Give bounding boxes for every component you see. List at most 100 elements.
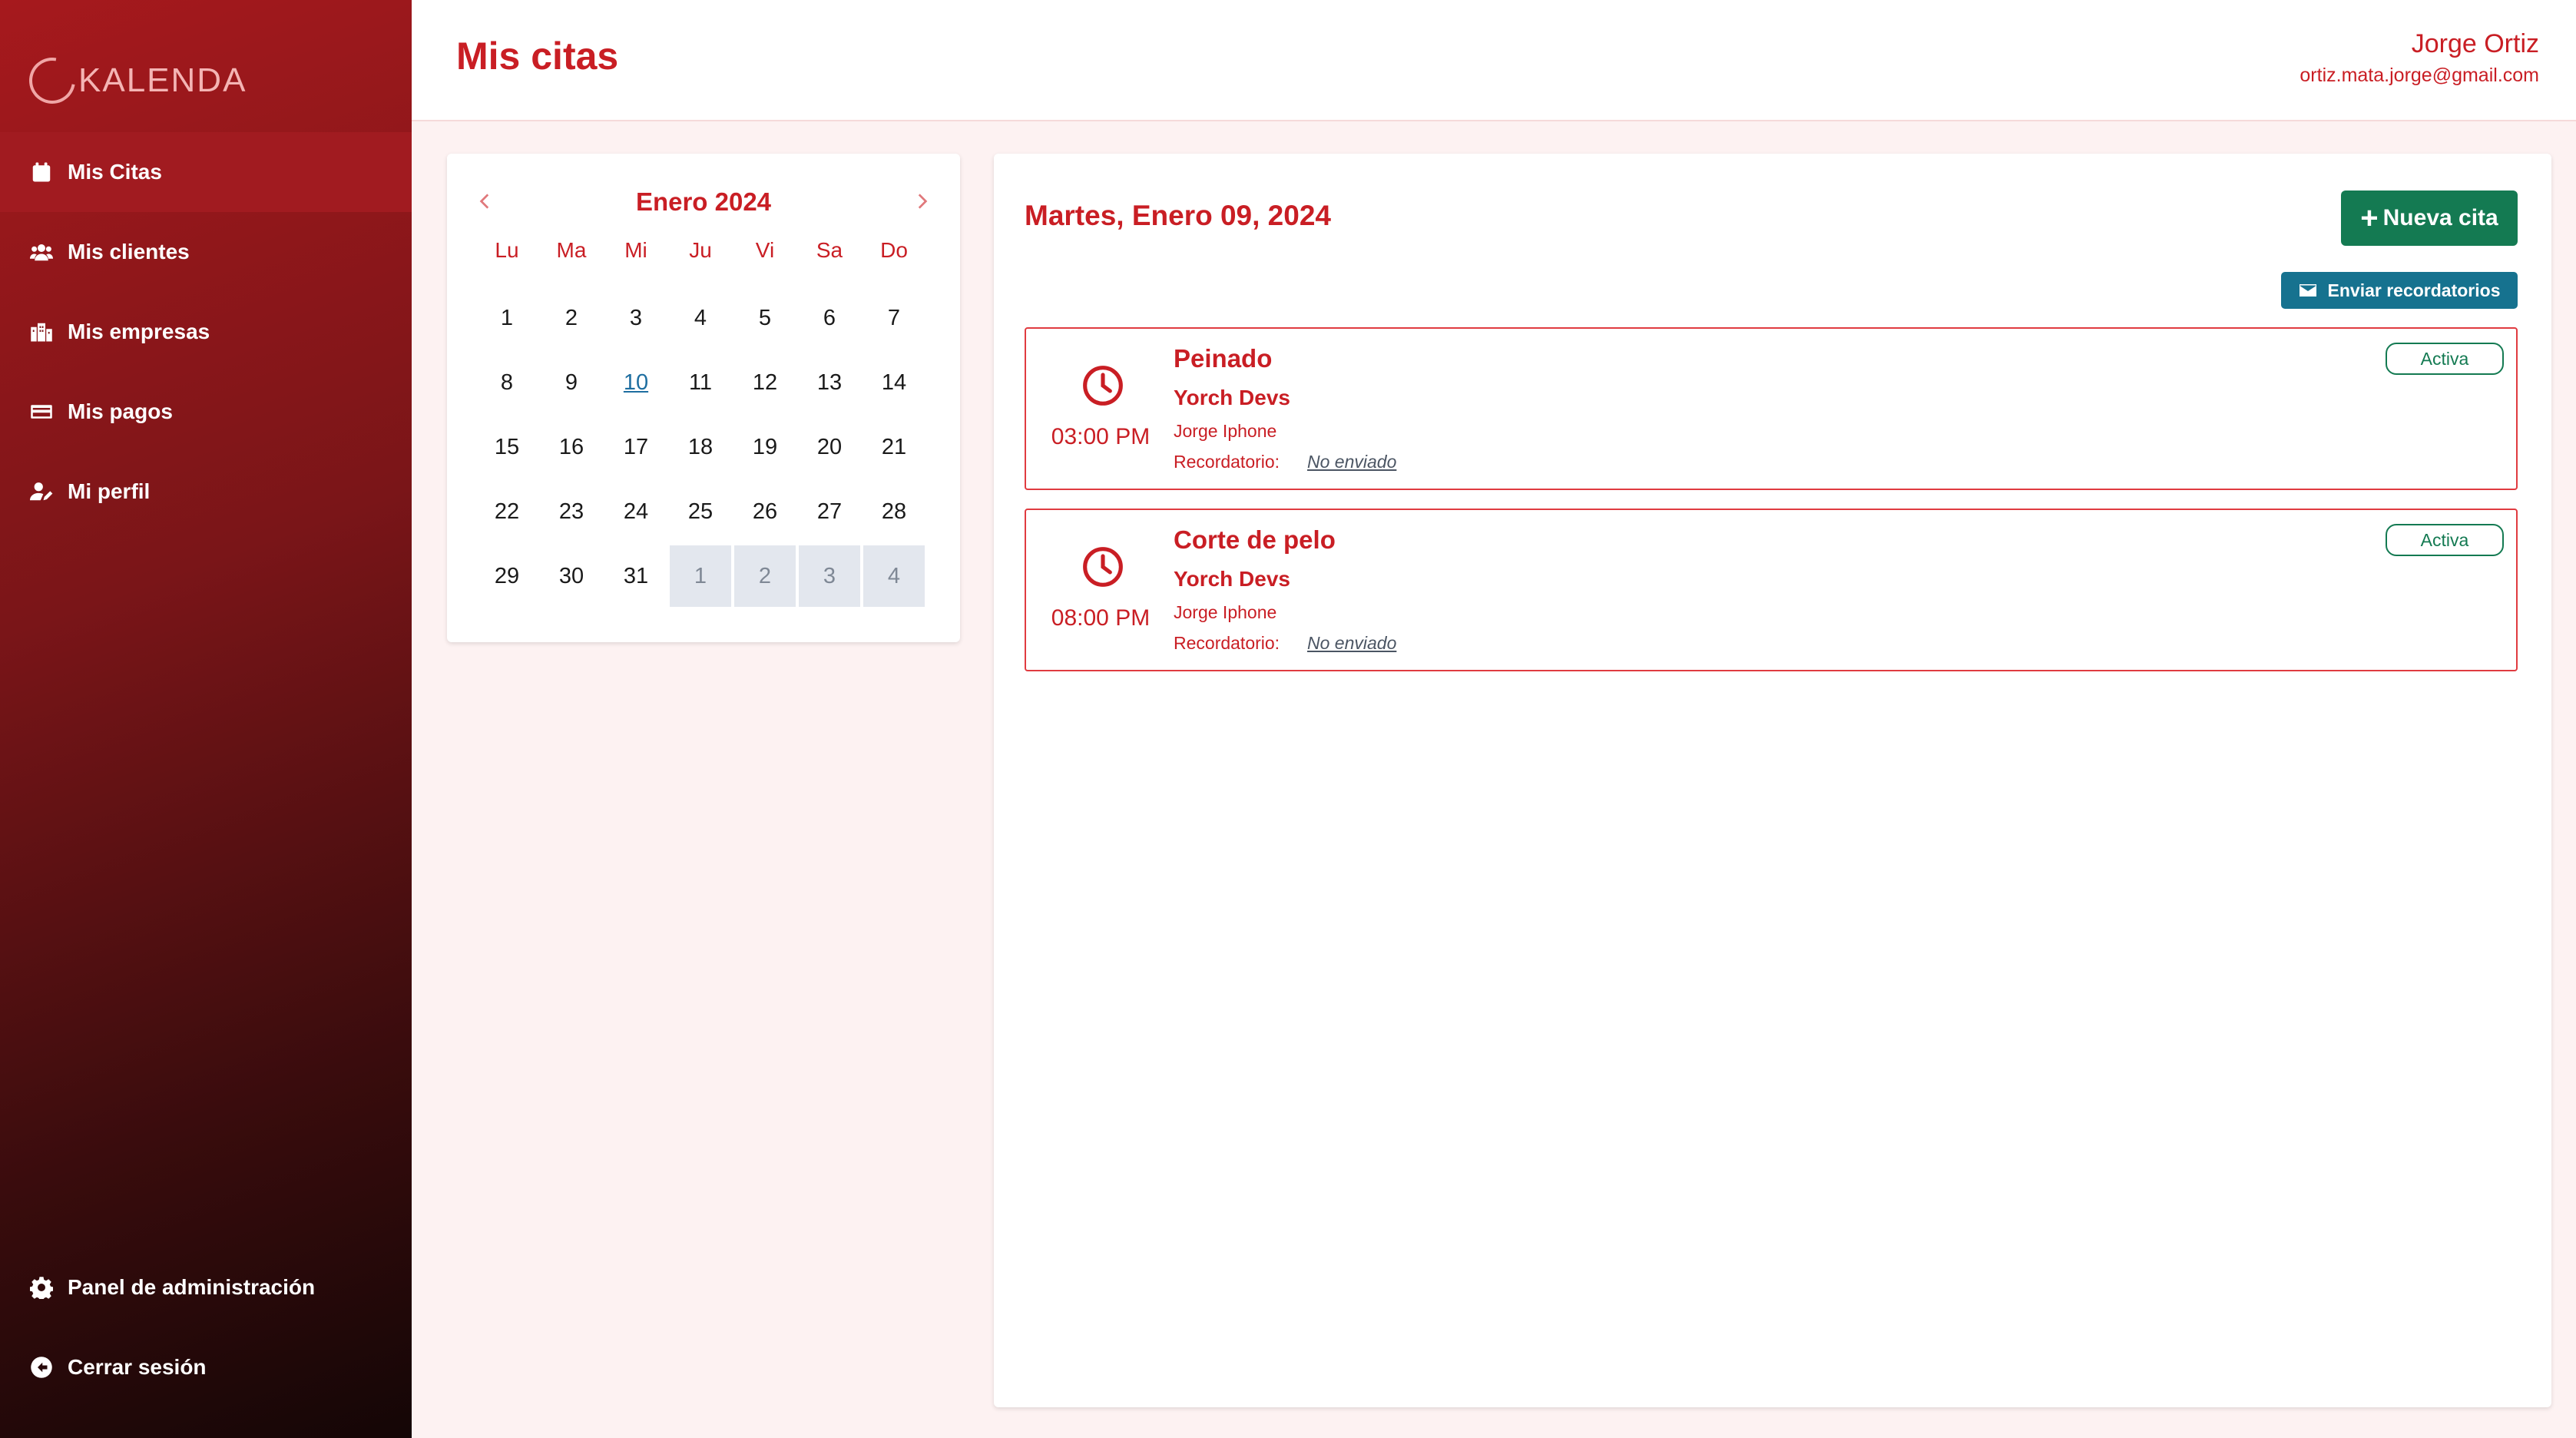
calendar-day[interactable]: 2 [734,545,796,607]
calendar-day[interactable]: 11 [670,352,731,413]
status-badge: Activa [2386,524,2504,556]
calendar-card: Enero 2024 Lu Ma Mi Ju Vi Sa Do 1 2 3 4 5 6 7 8 9 10 11 1… [447,154,960,642]
calendar-day[interactable]: 27 [799,481,860,542]
calendar-day[interactable]: 24 [605,481,667,542]
users-icon [29,240,54,264]
logout-icon [29,1355,54,1380]
calendar-weekday: Vi [755,238,775,262]
calendar-day[interactable]: 30 [541,545,602,607]
calendar-weekday: Sa [816,238,843,262]
calendar-day[interactable]: 21 [863,416,925,478]
sidebar-item-mis-pagos[interactable]: Mis pagos [0,372,412,452]
new-appointment-label: Nueva cita [2382,205,2498,230]
clock-icon [1083,547,1123,587]
reminder-label: Recordatorio: [1174,633,1280,653]
appointment-time: 08:00 PM [1051,605,1151,631]
appointment-title: Peinado [1174,344,1273,373]
calendar-day[interactable]: 19 [734,416,796,478]
reminder-status-link[interactable]: No enviado [1307,452,1396,472]
appointment-item[interactable]: 03:00 PM Peinado Yorch Devs Jorge Iphone Rec… [1025,327,2518,490]
calendar-day[interactable]: 10 [605,352,667,413]
appointment-client: Jorge Iphone [1174,421,1277,441]
reminder-label: Recordatorio: [1174,452,1280,472]
sidebar-item-label: Cerrar sesión [68,1355,207,1379]
send-reminders-label: Enviar recordatorios [2327,280,2501,300]
appointment-company: Yorch Devs [1174,567,1290,591]
calendar-day[interactable]: 3 [605,287,667,349]
calendar-day[interactable]: 29 [476,545,538,607]
logo-text: KALENDA [78,61,247,99]
page-title: Mis citas [456,35,619,78]
sidebar-item-label: Mi perfil [68,479,151,503]
reminder-status-link[interactable]: No enviado [1307,633,1396,654]
calendar-day[interactable]: 1 [670,545,731,607]
calendar-day[interactable]: 16 [541,416,602,478]
calendar-day[interactable]: 1 [476,287,538,349]
calendar-month-label: Enero 2024 [635,187,772,216]
appointment-company: Yorch Devs [1174,386,1290,409]
sidebar-item-label: Mis empresas [68,320,210,343]
calendar-day[interactable]: 20 [799,416,860,478]
calendar-day[interactable]: 13 [799,352,860,413]
user-edit-icon [29,479,54,504]
sidebar-item-mi-perfil[interactable]: Mi perfil [0,452,412,532]
calendar-day[interactable]: 9 [541,352,602,413]
sidebar-item-label: Panel de administración [68,1275,316,1299]
sidebar-item-mis-empresas[interactable]: Mis empresas [0,292,412,372]
clock-icon [1083,366,1123,406]
calendar-day[interactable]: 5 [734,287,796,349]
sidebar: KALENDA Mis Citas Mis clientes Mis empre… [0,0,412,1438]
envelope-icon [2299,284,2316,297]
sidebar-item-mis-clientes[interactable]: Mis clientes [0,212,412,292]
chevron-right-icon[interactable] [906,186,937,217]
calendar-day[interactable]: 22 [476,481,538,542]
calendar-weekday: Lu [495,238,519,262]
calendar-day[interactable]: 17 [605,416,667,478]
calendar-day[interactable]: 23 [541,481,602,542]
calendar-icon [29,160,54,184]
sidebar-item-panel-admin[interactable]: Panel de administración [0,1247,412,1327]
selected-date-title: Martes, Enero 09, 2024 [1025,200,1331,231]
calendar-day[interactable]: 25 [670,481,731,542]
calendar-day[interactable]: 15 [476,416,538,478]
calendar-day[interactable]: 28 [863,481,925,542]
calendar-day[interactable]: 4 [863,545,925,607]
send-reminders-button[interactable]: Enviar recordatorios [2281,272,2518,309]
calendar-weekday: Ma [556,238,587,262]
user-email: ortiz.mata.jorge@gmail.com [2300,65,2539,86]
appointment-item[interactable]: 08:00 PM Corte de pelo Yorch Devs Jorge Iph… [1025,509,2518,671]
building-icon [29,320,54,344]
calendar-weekday: Mi [624,238,647,262]
plus-icon: + [2360,201,2379,235]
kalenda-logo[interactable]: KALENDA [20,48,247,113]
sidebar-item-label: Mis clientes [68,240,190,263]
sidebar-item-label: Mis pagos [68,399,173,423]
appointment-time: 03:00 PM [1051,424,1151,449]
calendar-day[interactable]: 6 [799,287,860,349]
logo-ring-icon [20,48,84,113]
appointment-client: Jorge Iphone [1174,602,1277,622]
appointments-card: Martes, Enero 09, 2024 + Nueva cita Envi… [994,154,2551,1407]
calendar-day[interactable]: 18 [670,416,731,478]
calendar-day[interactable]: 14 [863,352,925,413]
calendar-day[interactable]: 31 [605,545,667,607]
sidebar-item-label: Mis Citas [68,160,162,184]
gear-icon [29,1275,54,1300]
calendar-day[interactable]: 7 [863,287,925,349]
appointment-title: Corte de pelo [1174,525,1336,554]
calendar-day[interactable]: 26 [734,481,796,542]
calendar-day[interactable]: 8 [476,352,538,413]
calendar-day[interactable]: 2 [541,287,602,349]
calendar-day[interactable]: 3 [799,545,860,607]
new-appointment-button[interactable]: + Nueva cita [2341,191,2518,246]
status-badge: Activa [2386,343,2504,375]
calendar-weekday: Do [880,238,908,262]
calendar-day[interactable]: 4 [670,287,731,349]
calendar-weekday: Ju [689,238,712,262]
top-header: Mis citas Jorge Ortiz ortiz.mata.jorge@g… [412,0,2576,121]
sidebar-item-mis-citas[interactable]: Mis Citas [0,132,412,212]
calendar-day[interactable]: 12 [734,352,796,413]
credit-card-icon [29,399,54,424]
sidebar-item-cerrar-sesion[interactable]: Cerrar sesión [0,1327,412,1407]
user-name[interactable]: Jorge Ortiz [2412,29,2539,59]
